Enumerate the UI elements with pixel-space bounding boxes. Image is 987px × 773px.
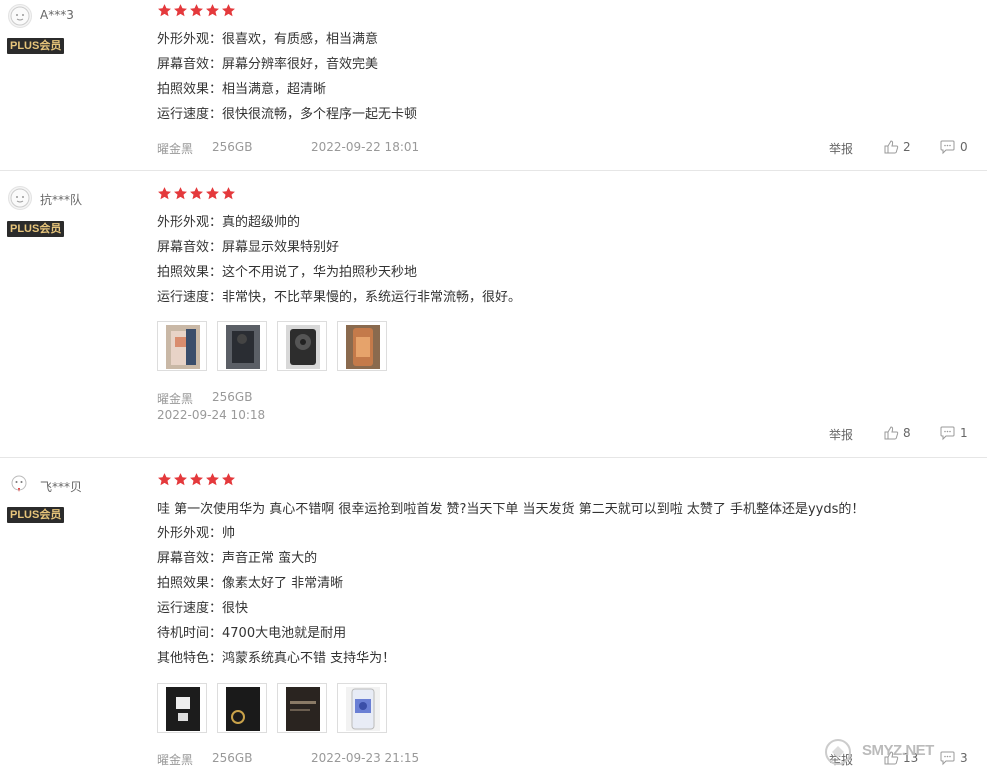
plus-member-badge: PLUS会员 [7, 38, 65, 54]
review-line: 拍照效果：相当满意，超清晰 [157, 82, 327, 97]
rating-stars [157, 472, 236, 488]
star-icon [206, 187, 219, 200]
product-storage: 256GB [212, 140, 253, 154]
product-storage: 256GB [212, 390, 253, 404]
review-photo-thumbnail[interactable] [217, 683, 267, 733]
like-button[interactable]: 8 [883, 425, 911, 441]
review-date: 2022-09-24 10:18 [157, 408, 266, 422]
review-line: 外形外观：很喜欢，有质感，相当满意 [157, 32, 379, 47]
star-icon [222, 4, 235, 17]
star-icon [206, 4, 219, 17]
like-button[interactable]: 2 [883, 139, 911, 155]
review-line: 其他特色：鸿蒙系统真心不错 支持华为！ [157, 651, 396, 666]
product-color: 曜金黑 [157, 392, 194, 406]
product-color: 曜金黑 [157, 753, 194, 767]
review-line: 拍照效果：这个不用说了，华为拍照秒天秒地 [157, 265, 418, 280]
rating-stars [157, 3, 236, 19]
like-count: 2 [903, 140, 911, 154]
review-photo-thumbnail[interactable] [277, 321, 327, 371]
username: A***3 [40, 8, 74, 22]
review-photo-thumbnail[interactable] [157, 683, 207, 733]
like-count: 8 [903, 426, 911, 440]
divider [0, 170, 987, 171]
avatar[interactable] [8, 473, 32, 497]
star-icon [190, 473, 203, 486]
plus-member-badge: PLUS会员 [7, 221, 65, 237]
watermark-text: SMYZ.NET [862, 742, 934, 759]
product-color: 曜金黑 [157, 142, 194, 156]
star-icon [158, 187, 171, 200]
review-photo-thumbnail[interactable] [337, 683, 387, 733]
username: 飞***贝 [40, 480, 83, 494]
comment-button[interactable]: 1 [939, 425, 968, 441]
review-line: 待机时间：4700大电池就是耐用 [157, 626, 347, 641]
review-line: 运行速度：很快很流畅，多个程序一起无卡顿 [157, 107, 418, 122]
review-line: 屏幕音效：屏幕显示效果特别好 [157, 240, 340, 255]
review-images [157, 683, 387, 733]
star-icon [174, 473, 187, 486]
star-icon [158, 4, 171, 17]
plus-member-badge: PLUS会员 [7, 507, 65, 523]
comment-icon [940, 140, 955, 155]
avatar[interactable] [8, 186, 32, 210]
star-icon [174, 4, 187, 17]
comment-icon [940, 426, 955, 441]
review-line: 外形外观：帅 [157, 526, 236, 541]
review-date: 2022-09-22 18:01 [311, 140, 420, 154]
avatar[interactable] [8, 4, 32, 28]
star-icon [174, 187, 187, 200]
report-button[interactable]: 举报 [829, 426, 853, 443]
star-icon [206, 473, 219, 486]
rating-stars [157, 186, 236, 202]
username: 抗***队 [40, 193, 83, 207]
review-intro: 哇 第一次使用华为 真心不错啊 很幸运抢到啦首发 赞?当天下单 当天发货 第二天… [157, 502, 865, 517]
review-photo-thumbnail[interactable] [157, 321, 207, 371]
comment-count: 0 [960, 140, 968, 154]
star-icon [190, 4, 203, 17]
review-line: 屏幕音效：声音正常 蛮大的 [157, 551, 318, 566]
star-icon [158, 473, 171, 486]
product-storage: 256GB [212, 751, 253, 765]
comment-count: 1 [960, 426, 968, 440]
review-line: 外形外观：真的超级帅的 [157, 215, 301, 230]
star-icon [222, 187, 235, 200]
review-line: 屏幕音效：屏幕分辨率很好，音效完美 [157, 57, 379, 72]
review-photo-thumbnail[interactable] [217, 321, 267, 371]
comment-button[interactable]: 0 [939, 139, 968, 155]
report-button[interactable]: 举报 [829, 140, 853, 157]
review-line: 运行速度：非常快，不比苹果慢的，系统运行非常流畅，很好。 [157, 290, 522, 305]
review-photo-thumbnail[interactable] [277, 683, 327, 733]
review-date: 2022-09-23 21:15 [311, 751, 420, 765]
review-photo-thumbnail[interactable] [337, 321, 387, 371]
star-icon [222, 473, 235, 486]
thumbs-up-icon [884, 140, 899, 154]
divider [0, 457, 987, 458]
star-icon [190, 187, 203, 200]
review-images [157, 321, 387, 371]
review-line: 运行速度：很快 [157, 601, 249, 616]
thumbs-up-icon [884, 426, 899, 440]
review-line: 拍照效果：像素太好了 非常清晰 [157, 576, 344, 591]
